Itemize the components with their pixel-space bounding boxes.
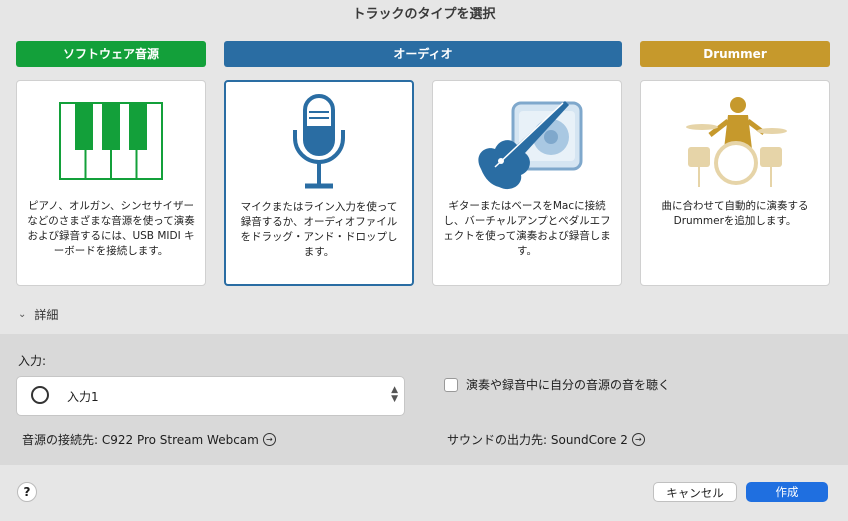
category-software-instrument[interactable]: ソフトウェア音源 [16,41,206,67]
input-meter-icon [31,386,49,404]
card-description: マイクまたはライン入力を使って録音するか、オーディオファイルをドラッグ・アンド・… [240,201,398,258]
create-button[interactable]: 作成 [746,482,828,502]
input-device-label: 音源の接続先: C922 Pro Stream Webcam [22,433,259,447]
details-disclosure[interactable]: ⌄ 詳細 [18,306,58,323]
help-button[interactable]: ? [17,482,37,502]
input-label: 入力: [18,354,47,368]
details-label: 詳細 [34,308,59,322]
category-drummer[interactable]: Drummer [640,41,830,67]
drummer-icon [641,87,829,195]
monitor-label: 演奏や録音中に自分の音源の音を聴く [466,378,671,392]
card-audio-microphone[interactable]: マイクまたはライン入力を使って録音するか、オーディオファイルをドラッグ・アンド・… [224,80,414,286]
dialog-title: トラックのタイプを選択 [352,7,496,22]
card-audio-guitar[interactable]: ギターまたはベースをMacに接続し、バーチャルアンプとペダルエフェクトを使って演… [432,80,622,286]
output-device-label: サウンドの出力先: SoundCore 2 [447,433,628,447]
category-audio[interactable]: オーディオ [224,41,622,67]
card-description: ピアノ、オルガン、シンセサイザーなどのさまざまな音源を使って演奏および録音するに… [27,200,195,257]
card-software-instrument[interactable]: ピアノ、オルガン、シンセサイザーなどのさまざまな音源を使って演奏および録音するに… [16,80,206,286]
input-select[interactable]: 入力1 ▲ ▼ [16,376,405,416]
input-value: 入力1 [67,390,99,404]
updown-arrows-icon: ▲ ▼ [391,385,398,404]
chevron-down-icon: ⌄ [18,309,27,320]
card-description: ギターまたはベースをMacに接続し、バーチャルアンプとペダルエフェクトを使って演… [443,200,611,257]
monitor-checkbox-row[interactable]: 演奏や録音中に自分の音源の音を聴く [444,376,670,393]
input-device-link[interactable]: 音源の接続先: C922 Pro Stream Webcam → [22,431,276,448]
microphone-icon [226,88,412,196]
cancel-button[interactable]: キャンセル [653,482,737,502]
card-description: 曲に合わせて自動的に演奏するDrummerを追加します。 [661,200,809,227]
arrow-right-circle-icon[interactable]: → [631,433,645,446]
arrow-right-circle-icon[interactable]: → [262,433,276,446]
monitor-checkbox[interactable] [444,377,458,392]
guitar-amp-icon [433,87,621,195]
output-device-link[interactable]: サウンドの出力先: SoundCore 2 → [447,431,645,448]
piano-keyboard-icon [17,87,205,195]
card-drummer[interactable]: 曲に合わせて自動的に演奏するDrummerを追加します。 [640,80,830,286]
